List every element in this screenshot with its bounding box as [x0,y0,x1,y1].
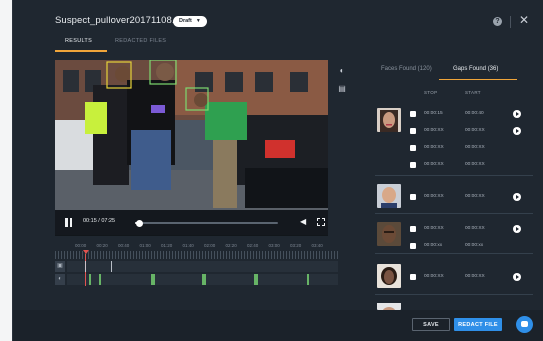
stop-time: 00:00:XX [424,128,444,133]
tab-gaps-found[interactable]: Gaps Found (36) [453,66,498,72]
play-icon[interactable] [513,273,521,281]
face-thumbnail[interactable] [377,222,401,246]
stop-time: 00:00:XX [424,274,444,279]
active-tab-indicator [55,50,107,52]
chevron-down-icon: ▼ [195,18,201,24]
play-icon[interactable] [513,193,521,201]
start-time: 00:00:XX [465,274,485,279]
face-thumbnail[interactable] [377,300,401,310]
start-time: 00:00:xx [465,243,484,248]
progress-bar[interactable] [135,219,278,227]
timeline-tick-label: 00:20 [96,243,108,248]
start-time: 00:00:40 [465,111,484,116]
timeline-ruler[interactable] [55,251,338,259]
status-badge[interactable]: Draft ▼ [173,16,207,27]
row-separator [375,253,533,254]
active-subtab-indicator [439,79,517,80]
stop-time: 00:00:XX [424,226,444,231]
chat-icon[interactable] [516,316,533,333]
timeline-track-faces[interactable] [67,261,338,272]
redaction-modal: Suspect_pullover20171108.mp4 Draft ▼ ? ✕ … [12,0,543,341]
timeline-mark [202,274,206,285]
close-icon[interactable]: ✕ [519,14,529,26]
help-icon[interactable]: ? [493,17,502,26]
face-thumbnail[interactable] [377,108,401,132]
face-thumbnail[interactable] [377,264,401,288]
start-time: 00:00:XX [465,162,485,167]
stop-time: 00:00:xx [424,243,443,248]
timeline-mark [151,274,155,285]
face-track-icon: ▣ [55,261,65,272]
start-time: 00:00:XX [465,226,485,231]
timeline-tick-label: 01:20 [161,243,173,248]
page-backdrop [0,0,12,341]
row-checkbox[interactable] [410,162,416,168]
timeline-mark [89,274,91,285]
tab-results[interactable]: RESULTS [65,38,92,44]
row-checkbox[interactable] [410,128,416,134]
progress-handle[interactable] [136,219,144,227]
results-panel: Faces Found (120) Gaps Found (36) STOP S… [357,58,543,310]
start-time: 00:00:XX [465,194,485,199]
pause-icon[interactable] [65,218,73,228]
gap-track-icon: ◐ [55,274,65,285]
column-header-start: START [465,90,481,95]
start-time: 00:00:XX [465,145,485,150]
row-separator [375,175,533,176]
tab-faces-found[interactable]: Faces Found (120) [381,66,432,72]
video-player[interactable] [55,60,328,235]
timeline-mark [99,274,101,285]
stop-time: 00:00:XX [424,162,444,167]
timeline-tick-label: 02:40 [247,243,259,248]
face-detect-icon[interactable]: ◐ [337,66,347,76]
timeline-tick-label: 01:40 [182,243,194,248]
status-badge-label: Draft [179,18,192,24]
row-separator [375,294,533,295]
play-icon[interactable] [513,110,521,118]
row-checkbox[interactable] [410,145,416,151]
tab-redacted-files[interactable]: REDACTED FILES [115,38,166,44]
save-button[interactable]: SAVE [412,318,450,331]
timeline-tick-label: 02:00 [204,243,216,248]
row-checkbox[interactable] [410,274,416,280]
timeline-mark [254,274,258,285]
face-thumbnail[interactable] [377,184,401,208]
row-separator [375,213,533,214]
timeline-mark [307,274,309,285]
playhead-marker[interactable] [83,250,89,254]
time-display: 00:15 / 07:25 [83,218,116,224]
column-header-stop: STOP [424,90,438,95]
video-frame [55,60,328,210]
timeline-tick-label: 01:00 [139,243,151,248]
row-checkbox[interactable] [410,111,416,117]
timeline-tick-label: 03:20 [290,243,302,248]
volume-icon[interactable]: ◀ [300,218,306,226]
video-controls: 00:15 / 07:25 ◀ [55,210,328,236]
row-checkbox[interactable] [410,243,416,249]
timeline-tick-label: 03:40 [311,243,323,248]
timeline-mark [85,261,86,272]
play-icon[interactable] [513,225,521,233]
start-time: 00:00:XX [465,128,485,133]
stop-time: 00:00:XX [424,194,444,199]
row-checkbox[interactable] [410,194,416,200]
stop-time: 00:00:XX [424,145,444,150]
timeline-tick-label: 03:00 [268,243,280,248]
play-icon[interactable] [513,127,521,135]
timeline-tick-label: 00:00 [75,243,87,248]
vehicle-icon[interactable]: ▤ [337,84,347,94]
timeline-tick-label: 00:40 [118,243,130,248]
stop-time: 00:00:15 [424,111,443,116]
fullscreen-icon[interactable] [317,218,325,226]
row-checkbox[interactable] [410,226,416,232]
header-divider [510,16,511,28]
modal-header: Suspect_pullover20171108.mp4 Draft ▼ ? ✕ [13,0,543,54]
timeline-tick-label: 02:20 [225,243,237,248]
timeline-mark [111,261,112,272]
timeline[interactable]: 00:00 00:20 00:40 01:00 01:20 01:40 02:00 02:20… [55,238,338,288]
redact-file-button[interactable]: REDACT FILE [454,318,502,331]
